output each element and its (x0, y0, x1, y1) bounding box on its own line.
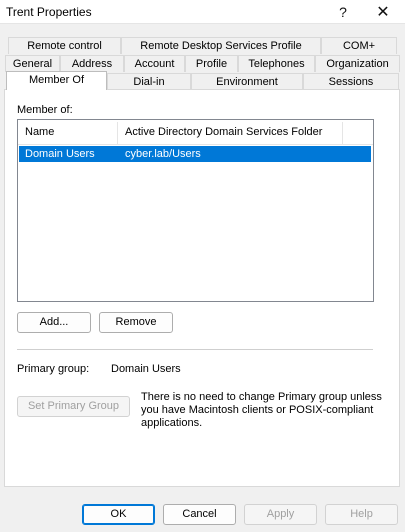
tab-remote-control[interactable]: Remote control (8, 37, 121, 54)
apply-button[interactable]: Apply (244, 504, 317, 525)
column-header-name[interactable]: Name (25, 126, 54, 138)
column-divider[interactable] (342, 122, 343, 144)
ok-button[interactable]: OK (82, 504, 155, 525)
tab-address[interactable]: Address (60, 55, 124, 72)
group-name-cell: Domain Users (25, 148, 95, 160)
list-item[interactable]: Domain Users cyber.lab/Users (19, 146, 371, 162)
tab-com-plus[interactable]: COM+ (321, 37, 397, 54)
group-folder-cell: cyber.lab/Users (125, 148, 201, 160)
member-of-list[interactable]: Name Active Directory Domain Services Fo… (17, 119, 374, 302)
column-header-folder[interactable]: Active Directory Domain Services Folder (125, 126, 322, 138)
primary-group-label: Primary group: (17, 363, 90, 375)
set-primary-group-button[interactable]: Set Primary Group (17, 396, 130, 417)
list-header: Name Active Directory Domain Services Fo… (18, 120, 373, 145)
tab-sessions[interactable]: Sessions (303, 73, 399, 90)
title-bar: Trent Properties ? ✕ (0, 0, 405, 24)
cancel-button[interactable]: Cancel (163, 504, 236, 525)
primary-group-value: Domain Users (111, 363, 181, 375)
tab-environment[interactable]: Environment (191, 73, 303, 90)
window-title: Trent Properties (6, 5, 92, 19)
column-divider[interactable] (117, 122, 118, 144)
tab-general[interactable]: General (5, 55, 60, 72)
tab-dial-in[interactable]: Dial-in (107, 73, 191, 90)
tab-account[interactable]: Account (124, 55, 185, 72)
help-button[interactable]: Help (325, 504, 398, 525)
tab-member-of[interactable]: Member Of (6, 71, 107, 90)
primary-group-note: There is no need to change Primary group… (141, 391, 382, 429)
tab-telephones[interactable]: Telephones (238, 55, 315, 72)
tab-remote-desktop-services-profile[interactable]: Remote Desktop Services Profile (121, 37, 321, 54)
remove-button[interactable]: Remove (99, 312, 173, 333)
divider (17, 349, 373, 350)
member-of-label: Member of: (17, 104, 73, 116)
tab-profile[interactable]: Profile (185, 55, 238, 72)
help-icon[interactable]: ? (323, 0, 363, 24)
close-icon[interactable]: ✕ (363, 0, 403, 24)
add-button[interactable]: Add... (17, 312, 91, 333)
tab-organization[interactable]: Organization (315, 55, 400, 72)
